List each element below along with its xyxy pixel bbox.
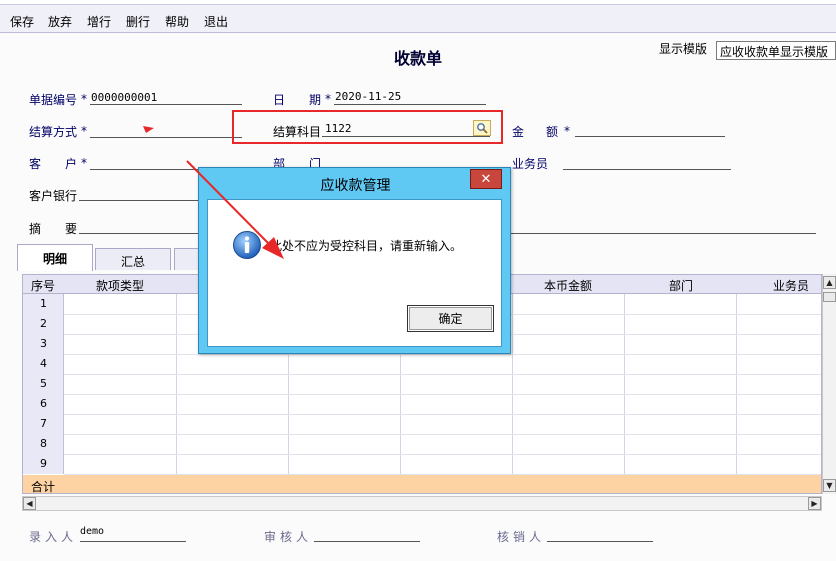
amount-label-1: 金 [512, 125, 525, 139]
salesman-field[interactable] [563, 169, 731, 170]
row-number: 8 [40, 437, 47, 450]
sum-label: 合计 [31, 480, 56, 494]
reviewer-field[interactable] [314, 541, 420, 542]
info-icon [233, 231, 261, 259]
date-underline [334, 104, 486, 105]
salesman-label: 业务员 [512, 157, 549, 171]
required-mark: * [81, 92, 87, 106]
template-select[interactable]: 应收收款单显示模版 [716, 41, 836, 60]
entry-person-field[interactable]: demo [80, 526, 104, 537]
dialog-title: 应收款管理 [320, 178, 391, 194]
menu-exit[interactable]: 退出 [204, 13, 228, 30]
col-amount-header[interactable]: 本币金额 [544, 277, 592, 294]
row-number: 9 [40, 457, 47, 470]
grid-col-divider [736, 294, 737, 474]
date-label-1: 日 [273, 93, 286, 107]
date-field[interactable]: 2020-11-25 [335, 90, 401, 103]
table-row[interactable] [64, 434, 821, 435]
table-row[interactable] [64, 454, 821, 455]
col-salesman-header[interactable]: 业务员 [773, 277, 809, 294]
scroll-thumb[interactable] [823, 292, 836, 302]
menu-bar-topline [0, 0, 836, 5]
menu-help[interactable]: 帮助 [165, 13, 189, 30]
bank-field[interactable] [79, 200, 200, 201]
required-mark: * [325, 92, 331, 106]
required-mark: * [81, 124, 87, 138]
menu-save[interactable]: 保存 [10, 13, 34, 30]
required-mark: * [81, 156, 87, 170]
amount-field[interactable] [575, 136, 725, 137]
writeoff-person-label: 核销人 [497, 530, 546, 544]
horizontal-scrollbar[interactable]: ◀ ▶ [22, 496, 822, 511]
grid-col-divider [624, 294, 625, 474]
customer-field[interactable] [90, 169, 200, 170]
col-dept-header[interactable]: 部门 [669, 277, 693, 294]
tab-detail[interactable]: 明细 [17, 244, 93, 271]
summary-field-right [510, 233, 816, 234]
col-seq-header[interactable]: 序号 [31, 277, 55, 294]
doc-no-label: 单据编号 [29, 93, 78, 107]
tab-summary[interactable]: 汇总 [95, 248, 171, 270]
customer-label-1: 客 [29, 157, 42, 171]
scroll-right-button[interactable]: ▶ [808, 497, 821, 510]
annotation-highlight-box [232, 110, 503, 144]
table-row[interactable] [64, 374, 821, 375]
sum-row: 合计 [23, 475, 821, 494]
required-mark: * [564, 124, 570, 138]
reviewer-label: 审核人 [264, 530, 313, 544]
table-row[interactable] [64, 354, 821, 355]
dialog-message: 此处不应为受控科目，请重新输入。 [270, 239, 463, 253]
row-number: 7 [40, 417, 47, 430]
grid-col-divider [512, 294, 513, 474]
row-number: 5 [40, 377, 47, 390]
bank-label: 客户银行 [29, 189, 78, 203]
close-icon: ✕ [480, 171, 492, 187]
summary-field[interactable] [79, 233, 200, 234]
table-row[interactable] [64, 394, 821, 395]
row-number: 1 [40, 297, 47, 310]
menu-bar: 保存 放弃 增行 删行 帮助 退出 [0, 0, 836, 33]
grid-col-divider [176, 294, 177, 474]
col-type-header[interactable]: 款项类型 [96, 277, 144, 294]
row-number: 6 [40, 397, 47, 410]
settle-method-field[interactable] [90, 137, 242, 138]
close-button[interactable]: ✕ [470, 169, 502, 189]
message-dialog: 应收款管理 ✕ 此处不应为受控科目，请重新输入。 确定 [198, 167, 511, 354]
date-label-2: 期 [309, 93, 322, 107]
row-number: 3 [40, 337, 47, 350]
settle-method-label: 结算方式 [29, 125, 78, 139]
table-row[interactable] [64, 414, 821, 415]
summary-label-1: 摘 [29, 222, 42, 236]
dialog-body: 此处不应为受控科目，请重新输入。 确定 [207, 199, 502, 347]
menu-discard[interactable]: 放弃 [48, 13, 72, 30]
annotation-arrowhead-small [143, 126, 154, 133]
row-number: 4 [40, 357, 47, 370]
entry-person-underline [80, 541, 186, 542]
scroll-left-button[interactable]: ◀ [23, 497, 36, 510]
row-number-column: 1 2 3 4 5 6 7 8 9 [23, 294, 64, 474]
menu-add-row[interactable]: 增行 [87, 13, 111, 30]
ok-button[interactable]: 确定 [407, 305, 494, 332]
row-number: 2 [40, 317, 47, 330]
scroll-down-button[interactable]: ▼ [823, 479, 836, 492]
page-title: 收款单 [393, 49, 442, 68]
writeoff-person-field[interactable] [547, 541, 653, 542]
customer-label-2: 户 [65, 157, 78, 171]
vertical-scrollbar[interactable]: ▲ ▼ [822, 274, 836, 494]
entry-person-label: 录入人 [29, 530, 78, 544]
scroll-up-button[interactable]: ▲ [823, 276, 836, 289]
template-label: 显示模版 [659, 42, 708, 56]
doc-no-underline [90, 104, 242, 105]
summary-label-2: 要 [65, 222, 78, 236]
amount-label-2: 额 [546, 125, 559, 139]
doc-no-field[interactable]: 0000000001 [91, 91, 157, 104]
menu-delete-row[interactable]: 删行 [126, 13, 150, 30]
